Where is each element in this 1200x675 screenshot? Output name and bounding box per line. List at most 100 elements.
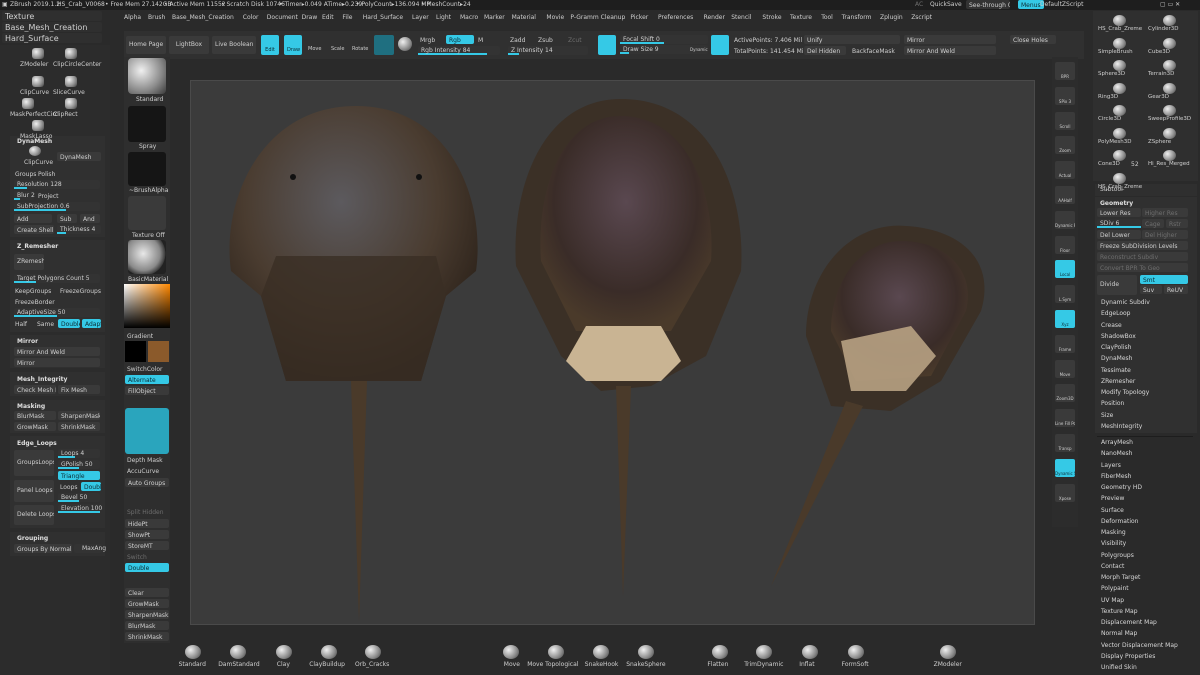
subpalette-normal-map[interactable]: Normal Map	[1097, 628, 1193, 639]
mrgb-button[interactable]: Mrgb	[420, 36, 435, 45]
maxangle-slider[interactable]: MaxAng	[74, 544, 106, 553]
del-higher-button[interactable]: Del Higher	[1142, 230, 1188, 239]
menu-alpha[interactable]: Alpha	[124, 13, 141, 22]
target-polygons-slider[interactable]: Target Polygons Count 5	[14, 274, 100, 283]
standard-brush-icon[interactable]	[128, 58, 166, 94]
zadd-button[interactable]: Zadd	[510, 36, 525, 45]
rgb-button[interactable]: Rgb	[446, 35, 474, 44]
subpalette-visibility[interactable]: Visibility	[1097, 538, 1193, 549]
shelf-line-fill-polyf-button[interactable]: Line Fill PolyF	[1055, 409, 1075, 428]
sweepprofile3d-tool-tile[interactable]: SweepProfile3D	[1148, 115, 1191, 124]
home-page-button[interactable]: Home Page	[126, 36, 166, 54]
subpalette-nanomesh[interactable]: NanoMesh	[1097, 448, 1193, 459]
adaptive-size-slider[interactable]: AdaptiveSize 50	[14, 308, 100, 317]
groups-loops-button[interactable]: GroupsLoops	[14, 450, 54, 476]
subpalette-displacement-map[interactable]: Displacement Map	[1097, 617, 1193, 628]
subpalette-uv-map[interactable]: UV Map	[1097, 595, 1193, 606]
fix-mesh-button[interactable]: Fix Mesh	[58, 385, 100, 394]
adapt-button[interactable]: Adapt	[82, 319, 101, 328]
rotate-button[interactable]: Rotate	[352, 45, 368, 54]
showpt-button[interactable]: ShowPt	[125, 530, 169, 539]
accucurve-toggle[interactable]: AccuCurve	[127, 467, 159, 476]
trimdynamic-brush-button[interactable]: TrimDynamic	[744, 660, 783, 669]
menu-document[interactable]: Document	[267, 13, 298, 22]
clipcurve-tool[interactable]: ClipCurve	[20, 88, 49, 97]
shelf-dynamic-persp-button[interactable]: Dynamic Persp	[1055, 210, 1075, 229]
rstr-button[interactable]: Rstr	[1166, 219, 1188, 228]
menu-stencil[interactable]: Stencil	[731, 13, 751, 22]
switch-color-button[interactable]: SwitchColor	[127, 365, 163, 374]
menu-base-mesh-creation[interactable]: Base_Mesh_Creation	[172, 13, 234, 22]
snakesphere-brush-button[interactable]: SnakeSphere	[626, 660, 665, 669]
shelf-spix-3-button[interactable]: SPix 3	[1055, 86, 1075, 105]
menu-movie[interactable]: Movie	[546, 13, 564, 22]
sub-button[interactable]: Sub	[57, 214, 77, 223]
thickness-slider[interactable]: Thickness 4	[57, 225, 101, 234]
double-loops-button[interactable]: Double	[81, 482, 101, 491]
menu-transform[interactable]: Transform	[842, 13, 872, 22]
groups-by-normals-button[interactable]: Groups By Normals	[14, 544, 72, 553]
blur-mask-button[interactable]: BlurMask	[125, 621, 169, 630]
subpalette-zremesher[interactable]: ZRemesher	[1097, 376, 1193, 387]
auto-groups-button[interactable]: Auto Groups	[125, 478, 169, 487]
m-button[interactable]: M	[478, 36, 483, 45]
gpolish-slider[interactable]: GPolish 50	[58, 460, 100, 469]
reuv-toggle[interactable]: ReUV	[1164, 285, 1188, 294]
shelf-zoom-button[interactable]: Zoom	[1055, 136, 1075, 155]
menu-zscript[interactable]: Zscript	[911, 13, 932, 22]
material-sphere-icon[interactable]	[398, 37, 412, 51]
subprojection-slider[interactable]: SubProjection 0.6	[14, 202, 100, 211]
menu-light[interactable]: Light	[436, 13, 451, 22]
subpalette-polypaint[interactable]: Polypaint	[1097, 583, 1193, 594]
shelf-transp-button[interactable]: Transp	[1055, 434, 1075, 452]
points-icon[interactable]	[711, 35, 729, 55]
storemt-button[interactable]: StoreMT	[125, 541, 169, 550]
freeze-subdivision-button[interactable]: Freeze SubDivision Levels	[1097, 241, 1188, 250]
freezeborder-toggle[interactable]: FreezeBorder	[15, 298, 55, 307]
hs-crab-zreme-tool-tile[interactable]: HS_Crab_Zreme	[1098, 25, 1142, 34]
subpalette-display-properties[interactable]: Display Properties	[1097, 651, 1193, 662]
shrinkmask-button[interactable]: ShrinkMask	[58, 422, 100, 431]
shelf-bpr-button[interactable]: BPR	[1055, 62, 1075, 80]
slicecurve-tool[interactable]: SliceCurve	[53, 88, 85, 97]
groups-toggle[interactable]: Groups	[15, 170, 36, 179]
check-mesh-button[interactable]: Check Mesh Int	[14, 385, 56, 394]
resolution-slider[interactable]: Resolution 128	[14, 180, 100, 189]
default-zscript[interactable]: DefaultZScript	[1040, 0, 1083, 9]
shelf-move-button[interactable]: Move	[1055, 359, 1075, 378]
subpalette-morph-target[interactable]: Morph Target	[1097, 572, 1193, 583]
damstandard-brush-button[interactable]: DamStandard	[218, 660, 259, 669]
panel-loops-button[interactable]: Panel Loops	[14, 480, 54, 502]
polymesh3d-tool-tile[interactable]: PolyMesh3D	[1098, 138, 1131, 147]
clear-mask-button[interactable]: Clear	[125, 588, 169, 597]
subpalette-claypolish[interactable]: ClayPolish	[1097, 342, 1193, 353]
bevel-slider[interactable]: Bevel 50	[58, 493, 100, 502]
menu-hard-surface[interactable]: Hard_Surface	[363, 13, 403, 22]
menu-preferences[interactable]: Preferences	[658, 13, 693, 22]
switch-button[interactable]: Switch	[127, 553, 147, 562]
transform-icon[interactable]	[374, 35, 394, 55]
reconstruct-subdiv-button[interactable]: Reconstruct Subdiv	[1097, 252, 1188, 261]
create-shell-button[interactable]: Create Shell	[14, 225, 54, 234]
zremesher-button[interactable]: ZRemesher	[14, 254, 44, 270]
gradient-label[interactable]: Gradient	[127, 332, 153, 341]
zsub-button[interactable]: Zsub	[538, 36, 553, 45]
subpalette-modify-topology[interactable]: Modify Topology	[1097, 387, 1193, 398]
same-button[interactable]: Same	[37, 320, 54, 329]
live-boolean-button[interactable]: Live Boolean	[212, 36, 256, 54]
loops-slider[interactable]: Loops 4	[58, 449, 100, 458]
subpalette-meshintegrity[interactable]: MeshIntegrity	[1097, 421, 1193, 432]
menu-tool[interactable]: Tool	[821, 13, 833, 22]
focal-shift-slider[interactable]: Focal Shift 0	[620, 35, 708, 44]
zsphere-tool-tile[interactable]: ZSphere	[1148, 138, 1171, 147]
split-hidden-button[interactable]: Split Hidden	[127, 508, 164, 517]
keepgroups-toggle[interactable]: KeepGroups	[15, 287, 51, 296]
texture-palette[interactable]: Texture	[2, 11, 102, 21]
half-button[interactable]: Half	[15, 320, 27, 329]
shrink-mask-button[interactable]: ShrinkMask	[125, 632, 169, 641]
subpalette-position[interactable]: Position	[1097, 398, 1193, 409]
sphere3d-tool-tile[interactable]: Sphere3D	[1098, 70, 1125, 79]
menu-layer[interactable]: Layer	[412, 13, 429, 22]
elevation-slider[interactable]: Elevation 100	[58, 504, 102, 513]
smt-toggle[interactable]: Smt	[1140, 275, 1188, 284]
